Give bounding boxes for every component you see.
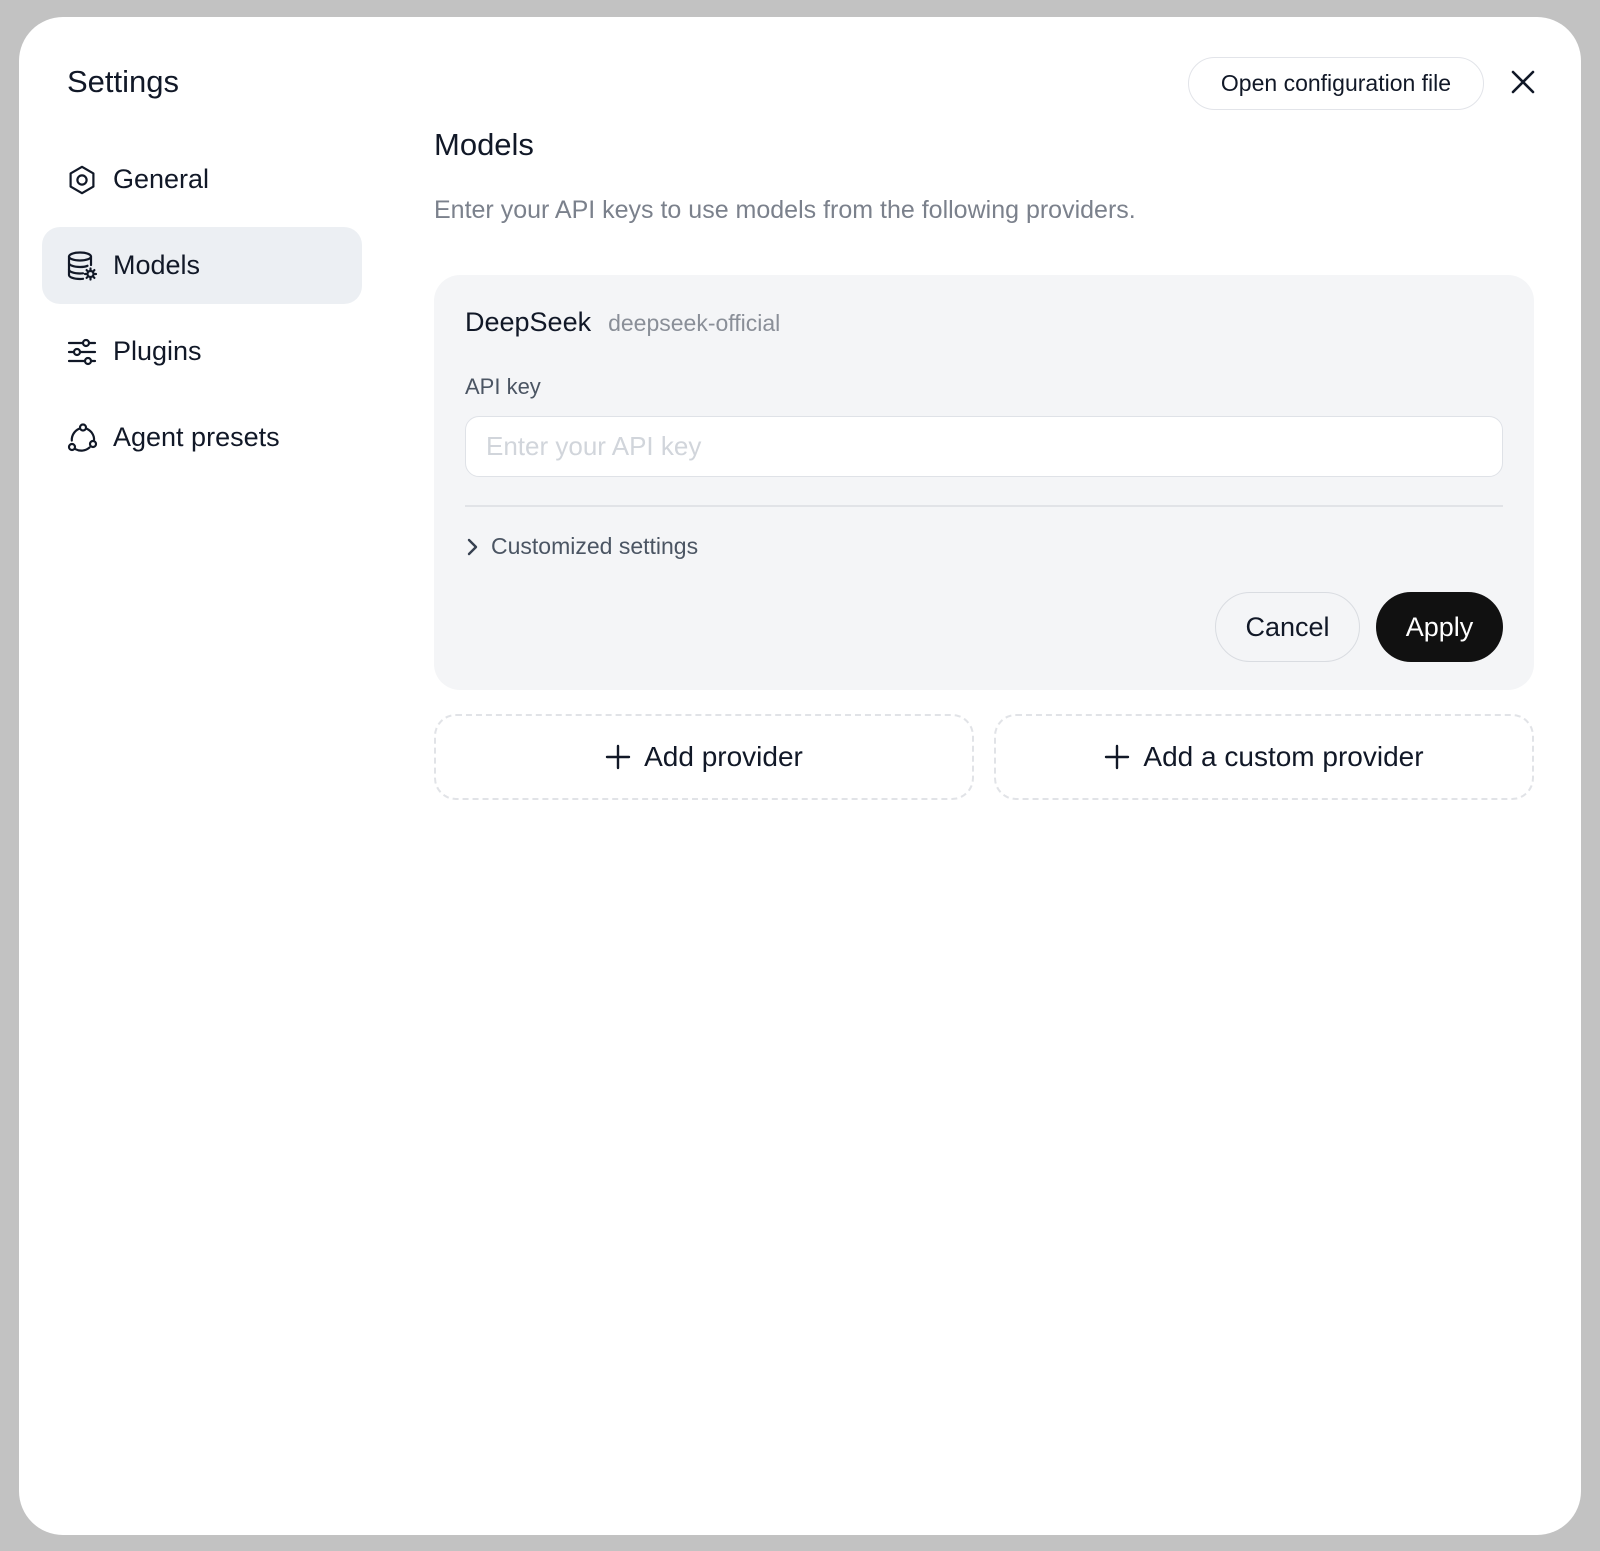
chevron-right-icon <box>465 537 481 557</box>
sidebar-item-label: General <box>113 164 210 194</box>
sidebar-item-agent-presets[interactable]: Agent presets <box>42 399 362 476</box>
open-configuration-file-button[interactable]: Open configuration file <box>1188 57 1484 110</box>
settings-sidebar: General Models Plugins Agent presets <box>42 141 362 485</box>
sliders-icon <box>66 336 98 368</box>
database-gear-icon <box>66 250 98 282</box>
sidebar-item-label: Models <box>113 250 201 280</box>
plus-icon <box>605 744 631 770</box>
sidebar-item-label: Plugins <box>113 336 202 366</box>
add-provider-label: Add provider <box>644 741 803 772</box>
api-key-input[interactable] <box>465 416 1503 477</box>
card-actions: Cancel Apply <box>465 592 1503 662</box>
sidebar-item-general[interactable]: General <box>42 141 362 218</box>
provider-card: DeepSeek deepseek-official API key Custo… <box>434 275 1534 690</box>
provider-header: DeepSeek deepseek-official <box>465 307 1503 338</box>
apply-button[interactable]: Apply <box>1376 592 1503 662</box>
add-provider-row: Add provider Add a custom provider <box>434 714 1534 800</box>
divider <box>465 505 1503 507</box>
settings-dialog: Settings Open configuration file General <box>19 17 1581 1535</box>
close-icon <box>1511 70 1535 94</box>
section-description: Enter your API keys to use models from t… <box>434 196 1136 224</box>
customized-settings-label: Customized settings <box>491 533 699 559</box>
sidebar-item-label: Agent presets <box>113 422 280 452</box>
dialog-title: Settings <box>67 64 180 99</box>
add-custom-provider-label: Add a custom provider <box>1143 741 1424 772</box>
nodes-icon <box>66 422 98 454</box>
gear-icon <box>66 164 98 196</box>
sidebar-item-plugins[interactable]: Plugins <box>42 313 362 390</box>
add-custom-provider-button[interactable]: Add a custom provider <box>994 714 1534 800</box>
provider-id: deepseek-official <box>608 310 781 336</box>
add-provider-button[interactable]: Add provider <box>434 714 974 800</box>
close-button[interactable] <box>1506 65 1540 99</box>
sidebar-item-models[interactable]: Models <box>42 227 362 304</box>
plus-icon <box>1104 744 1130 770</box>
section-title: Models <box>434 127 534 162</box>
provider-name: DeepSeek <box>465 307 592 337</box>
api-key-label: API key <box>465 374 541 399</box>
models-panel: Models Enter your API keys to use models… <box>434 127 1534 800</box>
cancel-button[interactable]: Cancel <box>1215 592 1360 662</box>
customized-settings-toggle[interactable]: Customized settings <box>465 533 1503 560</box>
